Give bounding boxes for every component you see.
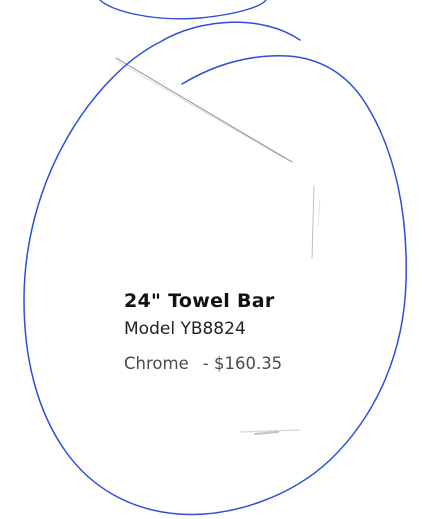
- finish-label: Chrome: [124, 354, 189, 373]
- finish-price-line: Chrome - $160.35: [124, 354, 374, 374]
- product-model: Model YB8824: [124, 319, 246, 339]
- product-sketch: [115, 57, 321, 435]
- product-label: 24" Towel Bar Model YB8824 Chrome - $160.…: [124, 290, 374, 374]
- pen-circle: [23, 21, 407, 516]
- price-separator: -: [202, 354, 209, 373]
- scanned-page: 24" Towel Bar Model YB8824 Chrome - $160.…: [0, 0, 422, 519]
- product-name: 24" Towel Bar: [124, 290, 275, 312]
- pen-stroke-top: [99, 0, 267, 20]
- hand-drawn-annotation: [23, 0, 407, 516]
- price-value: $160.35: [213, 354, 283, 373]
